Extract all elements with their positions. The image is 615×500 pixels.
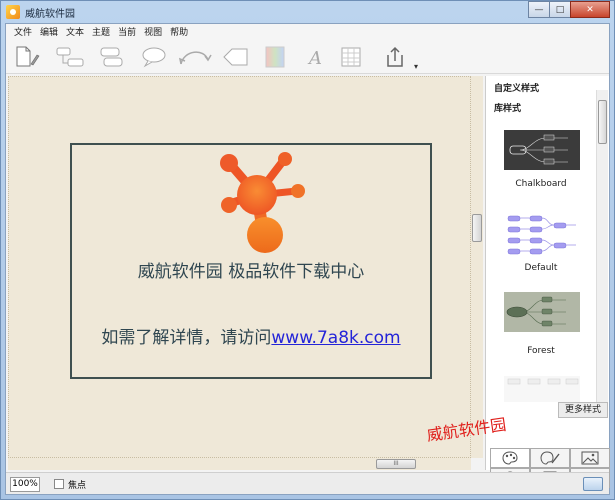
menu-current[interactable]: 当前 [114,24,140,42]
maximize-button[interactable]: □ [549,1,571,18]
menu-view[interactable]: 视图 [140,24,166,42]
window-controls: — □ ✕ [528,1,610,18]
tab-images[interactable] [570,448,610,468]
minimize-button[interactable]: — [528,1,550,18]
style-thumb-chalkboard[interactable] [504,130,580,170]
canvas-horizontal-scrollbar[interactable]: III [8,458,471,470]
toolbar-overflow-icon[interactable]: ▾ [414,62,418,71]
menu-help[interactable]: 帮助 [166,24,192,42]
callout-icon[interactable] [56,46,86,68]
style-name-chalkboard[interactable]: Chalkboard [486,179,596,189]
styles-panel-scroll-thumb[interactable] [598,100,607,144]
tab-styles[interactable] [490,448,530,468]
palette-icon [502,451,518,465]
speech-bubble-icon[interactable] [140,46,168,68]
share-icon[interactable] [384,46,406,68]
focus-label: 焦点 [68,481,87,491]
boundary-icon[interactable] [222,46,250,68]
tab-themes[interactable] [530,448,570,468]
title-bar: 威航软件园 — □ ✕ [1,1,614,23]
view-mode-icon[interactable] [583,477,603,491]
gradient-icon[interactable] [264,46,286,68]
menu-edit[interactable]: 编辑 [36,24,62,42]
image-icon [581,451,599,465]
slogan-main: 威航软件园 极品软件下载中心 [137,262,365,282]
relationship-icon[interactable] [178,46,214,68]
menu-file[interactable]: 文件 [10,24,36,42]
status-bar: 100% 焦点 [6,472,609,494]
mindmap-canvas[interactable]: 威航软件园 极品软件下载中心 如需了解详情，请访问www.7a8k.com [8,76,471,458]
app-logo-icon [6,5,20,19]
custom-styles-label[interactable]: 自定义样式 [494,81,539,94]
slogan-visit: 如需了解详情，请访问www.7a8k.com [72,323,430,348]
menu-bar: 文件 编辑 文本 主题 当前 视图 帮助 [6,24,609,42]
menu-text[interactable]: 文本 [62,24,88,42]
style-name-default[interactable]: Default [486,263,596,273]
style-name-forest[interactable]: Forest [486,346,596,356]
style-thumb-partial[interactable] [504,376,580,402]
styles-panel-scrollbar[interactable] [596,90,608,402]
focus-checkbox[interactable] [54,479,64,489]
canvas-hscroll-thumb[interactable]: III [376,459,416,469]
svg-text:A: A [307,48,322,68]
font-icon[interactable]: A [306,46,326,68]
toolbar: A ▾ [6,42,609,74]
website-link[interactable]: www.7a8k.com [271,328,400,348]
new-document-icon[interactable] [14,46,40,68]
zoom-level-field[interactable]: 100% [10,477,40,492]
more-styles-button[interactable]: 更多样式 [558,402,608,418]
window-title: 威航软件园 [25,9,75,20]
table-icon[interactable] [340,46,362,68]
client-area: 文件 编辑 文本 主题 当前 视图 帮助 A ▾ 威航软件园 极品软件下载中心 … [5,23,610,495]
canvas-vertical-scrollbar[interactable] [471,76,483,458]
central-topic[interactable]: 威航软件园 极品软件下载中心 如需了解详情，请访问www.7a8k.com [70,143,432,379]
library-styles-label[interactable]: 库样式 [494,101,521,114]
menu-topic[interactable]: 主题 [88,24,114,42]
close-button[interactable]: ✕ [570,1,610,18]
palette-brush-icon [540,451,560,465]
style-thumb-forest[interactable] [504,292,580,332]
mindmanager-logo-icon [209,151,309,255]
canvas-vscroll-thumb[interactable] [472,214,482,242]
subtopic-icon[interactable] [98,46,128,68]
slogan-prefix: 如需了解详情，请访问 [101,328,272,348]
app-window: 威航软件园 — □ ✕ 文件 编辑 文本 主题 当前 视图 帮助 A ▾ 威航软… [0,0,615,500]
style-thumb-default[interactable] [504,212,580,255]
